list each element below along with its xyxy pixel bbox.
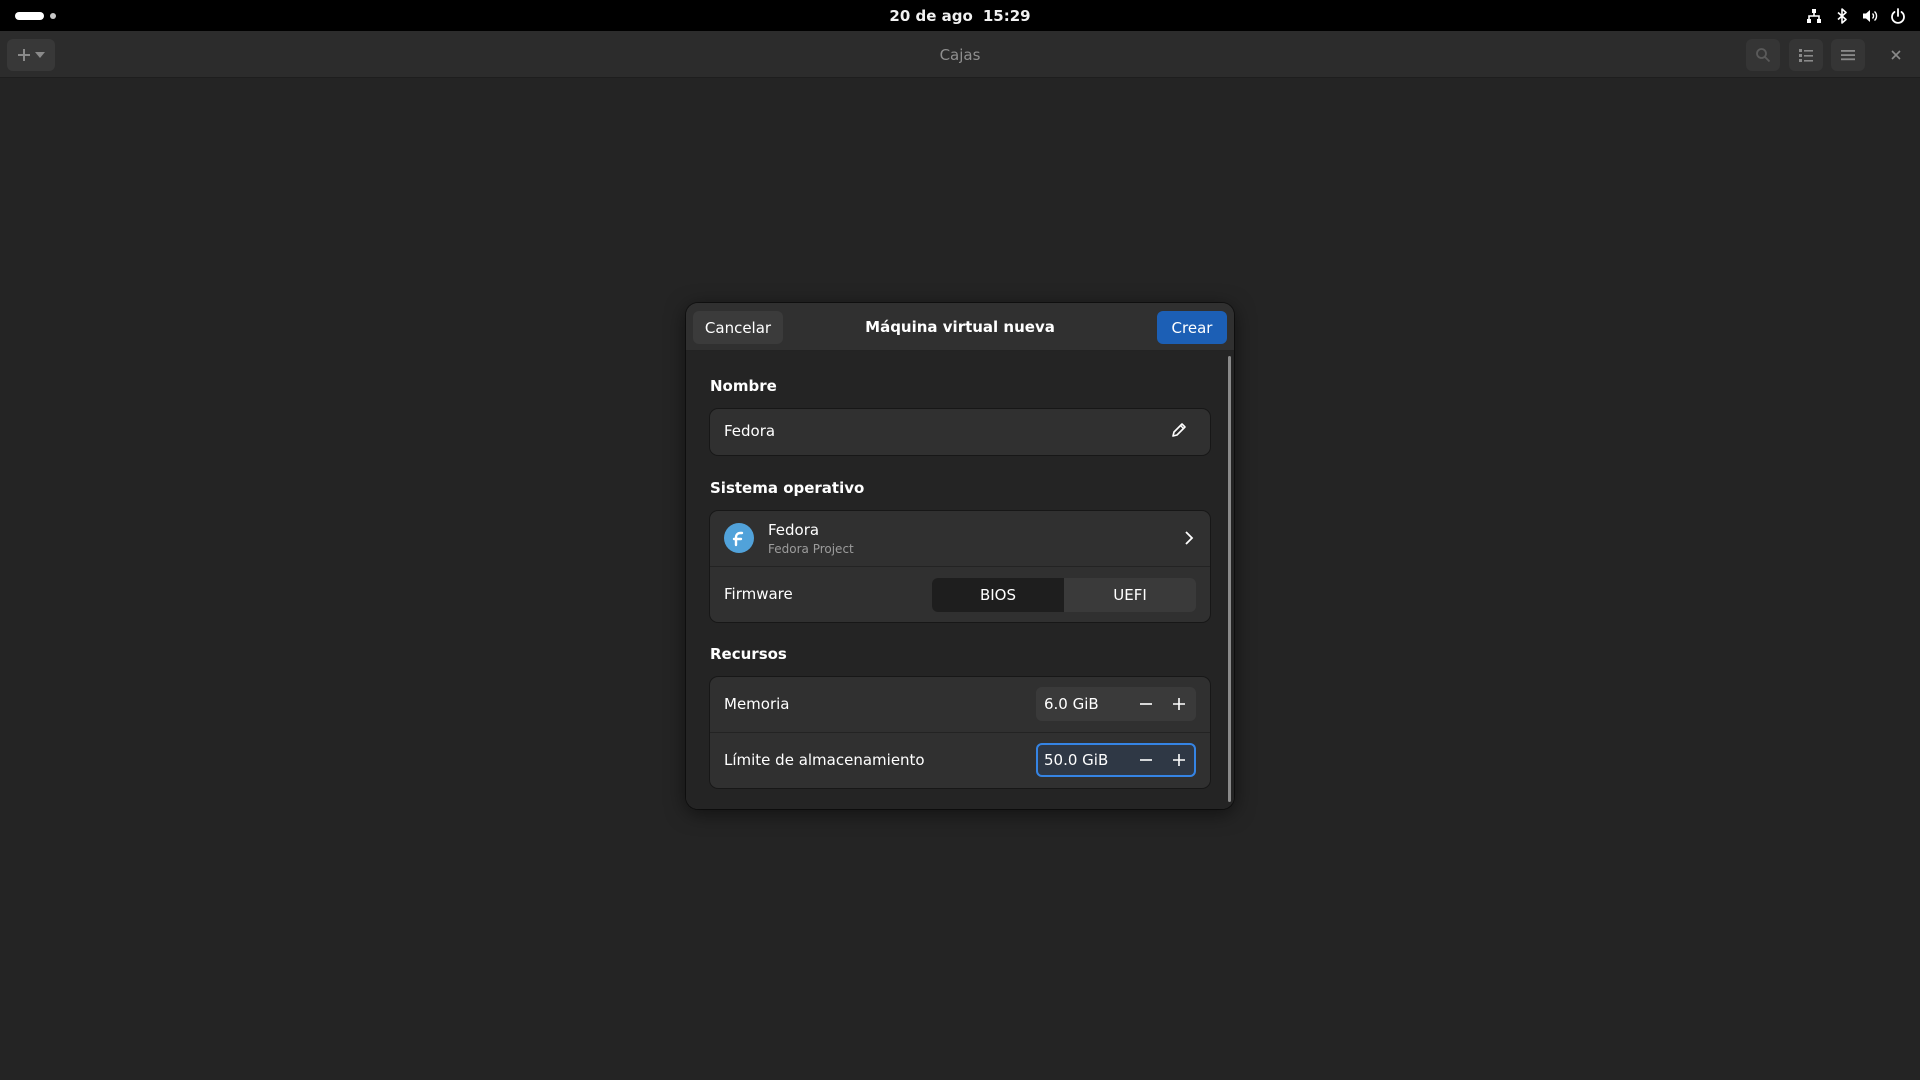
storage-value[interactable]: 50.0 GiB: [1044, 743, 1108, 777]
memory-label: Memoria: [724, 695, 790, 713]
resources-section-label: Recursos: [710, 645, 787, 663]
firmware-bios-toggle[interactable]: BIOS: [932, 578, 1064, 612]
fedora-logo-icon: [724, 523, 754, 553]
firmware-row: Firmware BIOS UEFI: [710, 567, 1210, 622]
storage-decrease-button[interactable]: [1132, 746, 1160, 774]
resources-card: Memoria 6.0 GiB Límite de almacenamiento…: [710, 677, 1210, 788]
firmware-toggle-group: BIOS UEFI: [932, 578, 1196, 612]
main-menu-button[interactable]: [1831, 39, 1865, 71]
dialog-header: Cancelar Máquina virtual nueva Crear: [686, 303, 1234, 351]
pencil-icon[interactable]: [1170, 421, 1188, 439]
minus-icon: [1140, 703, 1152, 705]
search-icon: [1756, 48, 1771, 63]
name-value[interactable]: Fedora: [724, 422, 775, 440]
new-vm-dialog: Cancelar Máquina virtual nueva Crear Nom…: [686, 303, 1234, 809]
power-icon: [1890, 7, 1906, 24]
network-wired-icon: [1806, 8, 1822, 24]
view-toggle-button[interactable]: [1789, 39, 1823, 71]
storage-spinbutton[interactable]: 50.0 GiB: [1036, 743, 1196, 777]
name-section-label: Nombre: [710, 377, 777, 395]
plus-icon: [1173, 698, 1185, 710]
create-button[interactable]: Crear: [1157, 311, 1227, 344]
search-button[interactable]: [1746, 39, 1780, 71]
new-button[interactable]: [7, 39, 55, 71]
firmware-uefi-toggle[interactable]: UEFI: [1064, 578, 1196, 612]
close-icon: [1891, 50, 1901, 60]
window-title: Cajas: [939, 45, 981, 64]
memory-decrease-button[interactable]: [1132, 690, 1160, 718]
system-tray[interactable]: [1806, 0, 1920, 31]
plus-icon: [18, 49, 30, 61]
name-row[interactable]: Fedora: [710, 409, 1210, 455]
storage-row: Límite de almacenamiento 50.0 GiB: [710, 733, 1210, 788]
volume-icon: [1862, 8, 1878, 24]
memory-spinbutton[interactable]: 6.0 GiB: [1036, 687, 1196, 721]
os-row[interactable]: Fedora Fedora Project: [710, 511, 1210, 566]
dialog-content: Nombre Fedora Sistema operativo Fedora F…: [686, 351, 1234, 809]
clock[interactable]: 20 de ago 15:29: [0, 0, 1920, 31]
header-bar: Cajas: [0, 31, 1920, 78]
storage-label: Límite de almacenamiento: [724, 751, 925, 769]
window-close-button[interactable]: [1884, 43, 1908, 67]
minus-icon: [1140, 759, 1152, 761]
memory-row: Memoria 6.0 GiB: [710, 677, 1210, 732]
os-card: Fedora Fedora Project Firmware BIOS UEFI: [710, 511, 1210, 622]
workspace-indicator-active: [15, 11, 44, 20]
cancel-button[interactable]: Cancelar: [693, 311, 783, 344]
bluetooth-icon: [1834, 7, 1850, 24]
plus-icon: [1173, 754, 1185, 766]
activities-button[interactable]: [0, 0, 56, 31]
memory-value[interactable]: 6.0 GiB: [1044, 687, 1099, 721]
workspace-indicator: [50, 12, 56, 19]
top-bar: 20 de ago 15:29: [0, 0, 1920, 31]
chevron-right-icon: [1185, 531, 1194, 545]
chevron-down-icon: [35, 52, 45, 58]
memory-increase-button[interactable]: [1165, 690, 1193, 718]
scrollbar[interactable]: [1228, 356, 1231, 802]
firmware-label: Firmware: [724, 585, 793, 603]
list-view-icon: [1799, 49, 1813, 62]
clock-date: 20 de ago: [889, 6, 973, 25]
menu-icon: [1841, 50, 1855, 61]
storage-increase-button[interactable]: [1165, 746, 1193, 774]
os-name: Fedora: [768, 521, 820, 539]
clock-time: 15:29: [982, 6, 1031, 25]
os-vendor: Fedora Project: [768, 542, 854, 556]
os-section-label: Sistema operativo: [710, 479, 865, 497]
